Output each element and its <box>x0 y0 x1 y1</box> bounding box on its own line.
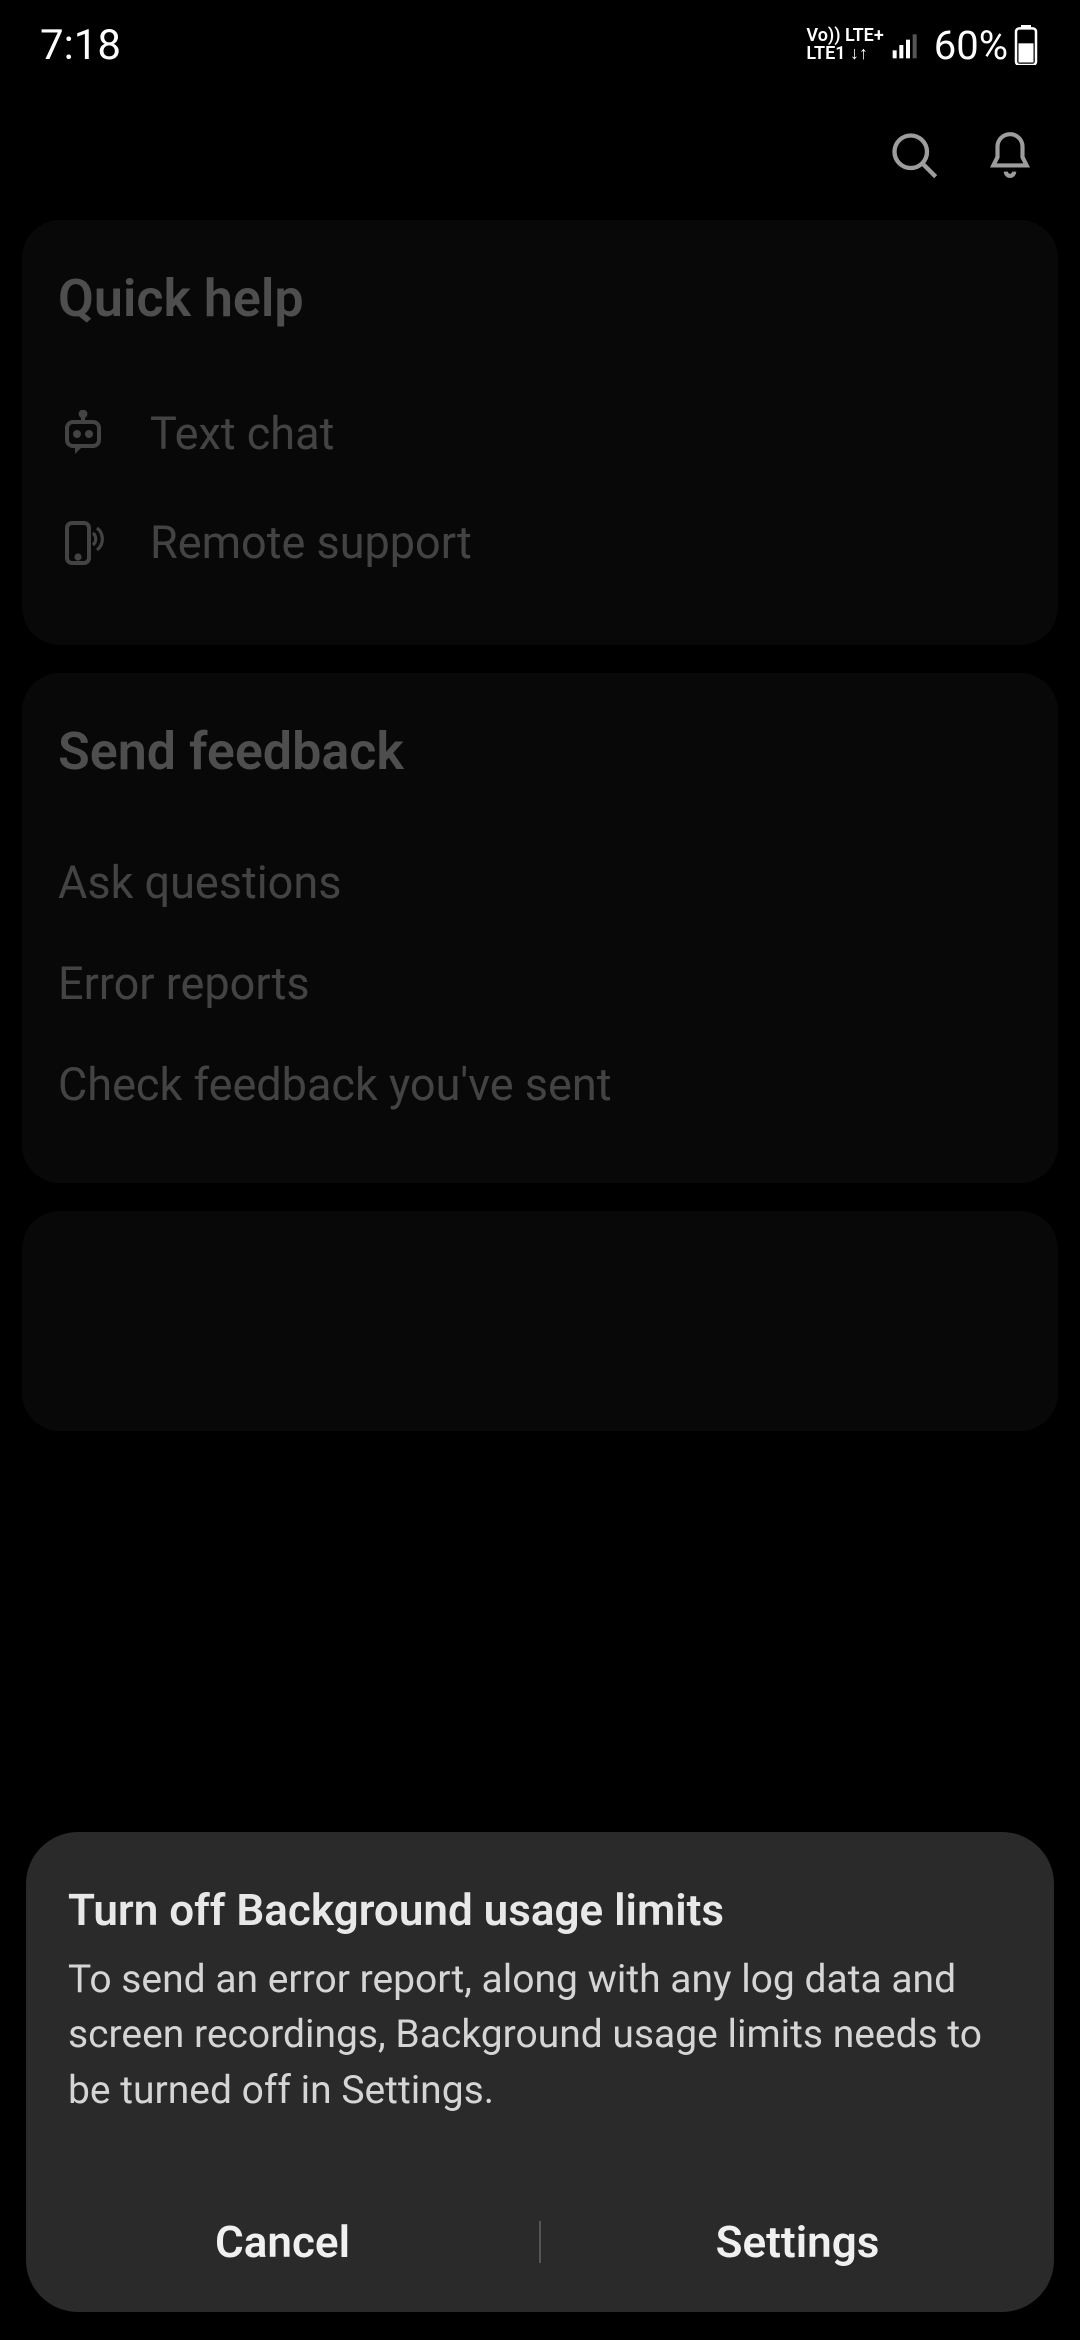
ask-questions-item[interactable]: Ask questions <box>58 832 1022 933</box>
text-chat-label: Text chat <box>150 407 334 460</box>
settings-button[interactable]: Settings <box>541 2216 1054 2268</box>
text-chat-item[interactable]: Text chat <box>58 379 1022 488</box>
send-feedback-title: Send feedback <box>58 721 1022 782</box>
top-actions <box>0 90 1080 220</box>
dialog-title: Turn off Background usage limits <box>26 1884 1054 1952</box>
quick-help-card: Quick help Text chat <box>22 220 1058 645</box>
battery-icon <box>1014 25 1040 65</box>
send-feedback-card: Send feedback Ask questions Error report… <box>22 673 1058 1183</box>
search-icon[interactable] <box>884 125 944 185</box>
error-reports-label: Error reports <box>58 957 310 1010</box>
network-label: Vo)) LTE+ LTE1 ↓↑ <box>806 27 883 63</box>
dialog-actions: Cancel Settings <box>26 2172 1054 2312</box>
network-line-2: LTE1 ↓↑ <box>806 45 883 63</box>
remote-support-item[interactable]: Remote support <box>58 488 1022 597</box>
remote-phone-icon <box>58 518 108 568</box>
quick-help-title: Quick help <box>58 268 1022 329</box>
ask-questions-label: Ask questions <box>58 856 341 909</box>
bell-icon[interactable] <box>980 125 1040 185</box>
error-reports-item[interactable]: Error reports <box>58 933 1022 1034</box>
page-content: Quick help Text chat <box>0 220 1080 1431</box>
signal-icon <box>890 29 922 61</box>
background-usage-dialog: Turn off Background usage limits To send… <box>26 1832 1054 2312</box>
status-right: Vo)) LTE+ LTE1 ↓↑ 60% <box>806 22 1040 69</box>
chatbot-icon <box>58 409 108 459</box>
battery-percent: 60% <box>934 22 1008 69</box>
next-card <box>22 1211 1058 1431</box>
status-bar: 7:18 Vo)) LTE+ LTE1 ↓↑ 60% <box>0 0 1080 90</box>
check-feedback-label: Check feedback you've sent <box>58 1058 611 1111</box>
remote-support-label: Remote support <box>150 516 472 569</box>
check-feedback-item[interactable]: Check feedback you've sent <box>58 1034 1022 1135</box>
status-time: 7:18 <box>40 21 121 70</box>
dialog-body: To send an error report, along with any … <box>26 1952 1054 2172</box>
cancel-button[interactable]: Cancel <box>26 2216 539 2268</box>
